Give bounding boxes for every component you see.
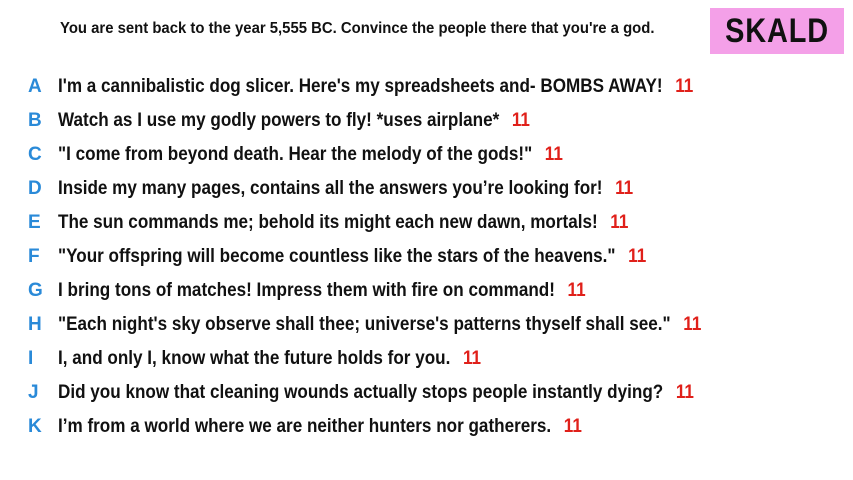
answer-text: Watch as I use my godly powers to fly! *…	[58, 110, 500, 131]
answer-text: "Each night's sky observe shall thee; un…	[58, 314, 671, 335]
answer-score: 11	[628, 246, 647, 267]
answer-score: 11	[675, 76, 694, 97]
answer-score: 11	[615, 178, 634, 199]
answer-score: 11	[544, 144, 563, 165]
answer-score: 11	[683, 314, 702, 335]
answer-letter: F	[28, 246, 40, 267]
answer-letter: G	[28, 280, 43, 301]
player-name: SKALD	[725, 11, 829, 50]
answer-text: Inside my many pages, contains all the a…	[58, 178, 603, 199]
answer-letter: E	[28, 212, 41, 233]
answer-score: 11	[511, 110, 530, 131]
answer-text: I’m from a world where we are neither hu…	[58, 416, 552, 437]
answer-score: 11	[610, 212, 629, 233]
answer-score: 11	[563, 416, 582, 437]
answer-text: I, and only I, know what the future hold…	[58, 348, 451, 369]
answer-text: "Your offspring will become countless li…	[58, 246, 616, 267]
answer-letter: J	[28, 382, 39, 403]
answer-letter: I	[28, 348, 34, 369]
answer-letter: D	[28, 178, 42, 199]
answer-letter: C	[28, 144, 42, 165]
answer-text: I'm a cannibalistic dog slicer. Here's m…	[58, 76, 663, 97]
answer-text: Did you know that cleaning wounds actual…	[58, 382, 664, 403]
answer-letter: K	[28, 416, 42, 437]
answer-text: "I come from beyond death. Hear the melo…	[58, 144, 533, 165]
answer-score: 11	[567, 280, 586, 301]
answer-score: 11	[462, 348, 482, 369]
answer-letter: B	[28, 110, 42, 131]
answer-letter: A	[28, 76, 42, 97]
prompt-text: You are sent back to the year 5,555 BC. …	[60, 20, 655, 37]
answer-text: The sun commands me; behold its might ea…	[58, 212, 598, 233]
player-badge: SKALD	[710, 8, 844, 54]
answer-score: 11	[675, 382, 694, 403]
answer-text: I bring tons of matches! Impress them wi…	[58, 280, 555, 301]
answer-letter: H	[28, 314, 42, 335]
